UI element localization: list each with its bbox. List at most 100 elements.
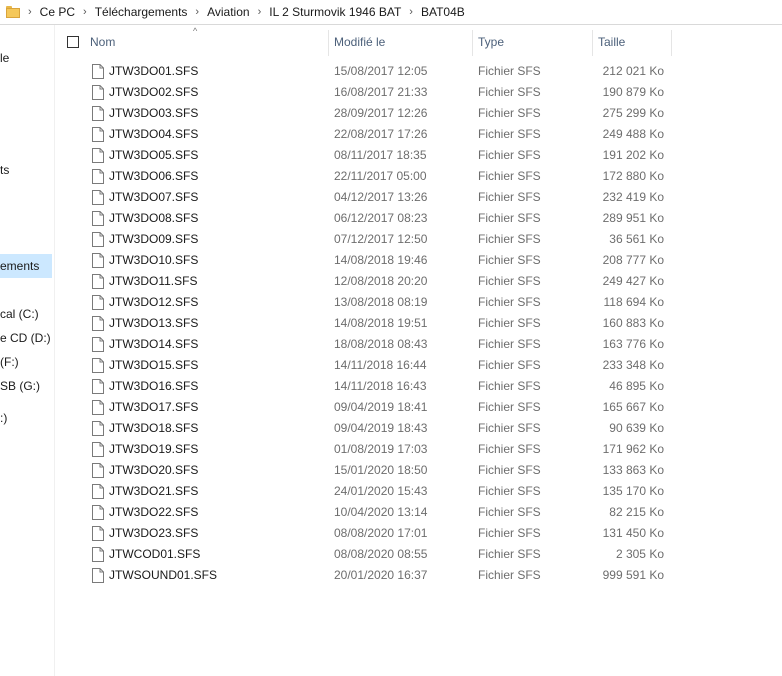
chevron-right-icon[interactable]: › — [83, 6, 87, 18]
file-icon — [92, 379, 104, 394]
file-type: Fichier SFS — [478, 379, 541, 393]
file-icon — [92, 442, 104, 457]
file-modified: 12/08/2018 20:20 — [334, 274, 428, 288]
chevron-right-icon[interactable]: › — [28, 6, 32, 18]
file-row[interactable]: JTW3DO20.SFS 15/01/2020 18:50 Fichier SFS 1… — [55, 460, 782, 481]
file-icon — [92, 358, 104, 373]
file-row[interactable]: JTW3DO05.SFS 08/11/2017 18:35 Fichier SFS 1… — [55, 145, 782, 166]
file-modified: 14/11/2018 16:43 — [334, 379, 427, 393]
file-row[interactable]: JTWSOUND01.SFS 20/01/2020 16:37 Fichier SF… — [55, 565, 782, 586]
column-header-type[interactable]: Type — [472, 25, 592, 60]
file-size: 191 202 Ko — [602, 148, 664, 162]
file-row[interactable]: JTW3DO09.SFS 07/12/2017 12:50 Fichier SFS 3… — [55, 229, 782, 250]
file-icon — [92, 85, 104, 100]
file-row[interactable]: JTW3DO16.SFS 14/11/2018 16:43 Fichier SFS 4… — [55, 376, 782, 397]
file-icon — [92, 400, 104, 415]
breadcrumb-item-current[interactable]: BAT04B — [421, 5, 465, 19]
file-size: 212 021 Ko — [602, 64, 664, 78]
select-all-checkbox[interactable] — [67, 36, 79, 48]
file-icon — [92, 127, 104, 142]
column-divider[interactable] — [671, 30, 672, 56]
file-type: Fichier SFS — [478, 484, 541, 498]
file-size: 118 694 Ko — [603, 295, 665, 309]
file-row[interactable]: JTW3DO23.SFS 08/08/2020 17:01 Fichier SFS 1… — [55, 523, 782, 544]
file-modified: 08/11/2017 18:35 — [334, 148, 427, 162]
nav-item-downloads[interactable]: ements — [0, 254, 52, 278]
column-header-name[interactable]: Nom — [84, 25, 328, 60]
file-row[interactable]: JTWCOD01.SFS 08/08/2020 08:55 Fichier SFS 2… — [55, 544, 782, 565]
nav-item-1[interactable]: le — [0, 46, 9, 70]
file-type: Fichier SFS — [478, 148, 541, 162]
file-row[interactable]: JTW3DO18.SFS 09/04/2019 18:43 Fichier SFS 9… — [55, 418, 782, 439]
breadcrumb-item-downloads[interactable]: Téléchargements — [95, 5, 188, 19]
file-icon — [92, 64, 104, 79]
file-type: Fichier SFS — [478, 547, 541, 561]
file-size: 171 962 Ko — [602, 442, 664, 456]
file-row[interactable]: JTW3DO04.SFS 22/08/2017 17:26 Fichier SFS 2… — [55, 124, 782, 145]
file-name: JTW3DO03.SFS — [109, 106, 199, 120]
chevron-right-icon[interactable]: › — [409, 6, 413, 18]
file-icon — [92, 295, 104, 310]
file-type: Fichier SFS — [478, 316, 541, 330]
file-row[interactable]: JTW3DO17.SFS 09/04/2019 18:41 Fichier SFS 1… — [55, 397, 782, 418]
chevron-right-icon[interactable]: › — [258, 6, 262, 18]
file-type: Fichier SFS — [478, 211, 541, 225]
file-row[interactable]: JTW3DO03.SFS 28/09/2017 12:26 Fichier SFS 2… — [55, 103, 782, 124]
file-row[interactable]: JTW3DO13.SFS 14/08/2018 19:51 Fichier SFS 1… — [55, 313, 782, 334]
file-type: Fichier SFS — [478, 232, 541, 246]
nav-item-drive-f[interactable]: (F:) — [0, 350, 19, 374]
file-size: 249 427 Ko — [602, 274, 664, 288]
file-modified: 20/01/2020 16:37 — [334, 568, 428, 582]
file-size: 999 591 Ko — [602, 568, 664, 582]
nav-item-drive-g[interactable]: SB (G:) — [0, 374, 40, 398]
address-bar[interactable]: › Ce PC › Téléchargements › Aviation › I… — [0, 0, 782, 25]
chevron-right-icon[interactable]: › — [195, 6, 199, 18]
file-modified: 09/04/2019 18:43 — [334, 421, 428, 435]
nav-item-network[interactable]: :) — [0, 406, 7, 430]
file-type: Fichier SFS — [478, 337, 541, 351]
file-row[interactable]: JTW3DO10.SFS 14/08/2018 19:46 Fichier SFS 2… — [55, 250, 782, 271]
file-name: JTWSOUND01.SFS — [109, 568, 218, 582]
file-modified: 15/01/2020 18:50 — [334, 463, 428, 477]
file-icon — [92, 421, 104, 436]
file-size: 190 879 Ko — [602, 85, 664, 99]
file-icon — [92, 526, 104, 541]
nav-item-drive-c[interactable]: cal (C:) — [0, 302, 39, 326]
file-name: JTW3DO13.SFS — [109, 316, 199, 330]
breadcrumb-item-il2[interactable]: IL 2 Sturmovik 1946 BAT — [269, 5, 401, 19]
file-name: JTW3DO05.SFS — [109, 148, 199, 162]
file-size: 165 667 Ko — [602, 400, 664, 414]
file-name: JTW3DO09.SFS — [109, 232, 199, 246]
file-row[interactable]: JTW3DO11.SFS 12/08/2018 20:20 Fichier SFS 2… — [55, 271, 782, 292]
column-header-modified[interactable]: Modifié le — [328, 25, 472, 60]
column-header-size[interactable]: Taille — [592, 25, 671, 60]
file-type: Fichier SFS — [478, 169, 541, 183]
file-icon — [92, 211, 104, 226]
file-modified: 14/08/2018 19:46 — [334, 253, 428, 267]
file-modified: 01/08/2019 17:03 — [334, 442, 428, 456]
file-row[interactable]: JTW3DO02.SFS 16/08/2017 21:33 Fichier SFS 1… — [55, 82, 782, 103]
file-size: 2 305 Ko — [615, 547, 664, 561]
file-name: JTW3DO06.SFS — [109, 169, 199, 183]
file-name: JTWCOD01.SFS — [109, 547, 201, 561]
file-row[interactable]: JTW3DO06.SFS 22/11/2017 05:00 Fichier SFS 1… — [55, 166, 782, 187]
file-row[interactable]: JTW3DO08.SFS 06/12/2017 08:23 Fichier SFS 2… — [55, 208, 782, 229]
file-size: 135 170 Ko — [602, 484, 664, 498]
file-size: 249 488 Ko — [602, 127, 664, 141]
breadcrumb-item-aviation[interactable]: Aviation — [207, 5, 249, 19]
file-row[interactable]: JTW3DO14.SFS 18/08/2018 08:43 Fichier SFS 1… — [55, 334, 782, 355]
file-row[interactable]: JTW3DO01.SFS 15/08/2017 12:05 Fichier SFS 2… — [55, 61, 782, 82]
file-icon — [92, 547, 104, 562]
file-row[interactable]: JTW3DO21.SFS 24/01/2020 15:43 Fichier SFS 1… — [55, 481, 782, 502]
nav-item-2[interactable]: ts — [0, 158, 9, 182]
file-row[interactable]: JTW3DO12.SFS 13/08/2018 08:19 Fichier SFS 1… — [55, 292, 782, 313]
breadcrumb-item-this-pc[interactable]: Ce PC — [40, 5, 75, 19]
nav-item-drive-d[interactable]: e CD (D:) — [0, 326, 51, 350]
file-name: JTW3DO01.SFS — [109, 64, 199, 78]
file-row[interactable]: JTW3DO22.SFS 10/04/2020 13:14 Fichier SFS 8… — [55, 502, 782, 523]
file-row[interactable]: JTW3DO07.SFS 04/12/2017 13:26 Fichier SFS 2… — [55, 187, 782, 208]
file-icon — [92, 274, 104, 289]
file-row[interactable]: JTW3DO15.SFS 14/11/2018 16:44 Fichier SFS 2… — [55, 355, 782, 376]
file-name: JTW3DO11.SFS — [109, 274, 198, 288]
file-row[interactable]: JTW3DO19.SFS 01/08/2019 17:03 Fichier SFS 1… — [55, 439, 782, 460]
